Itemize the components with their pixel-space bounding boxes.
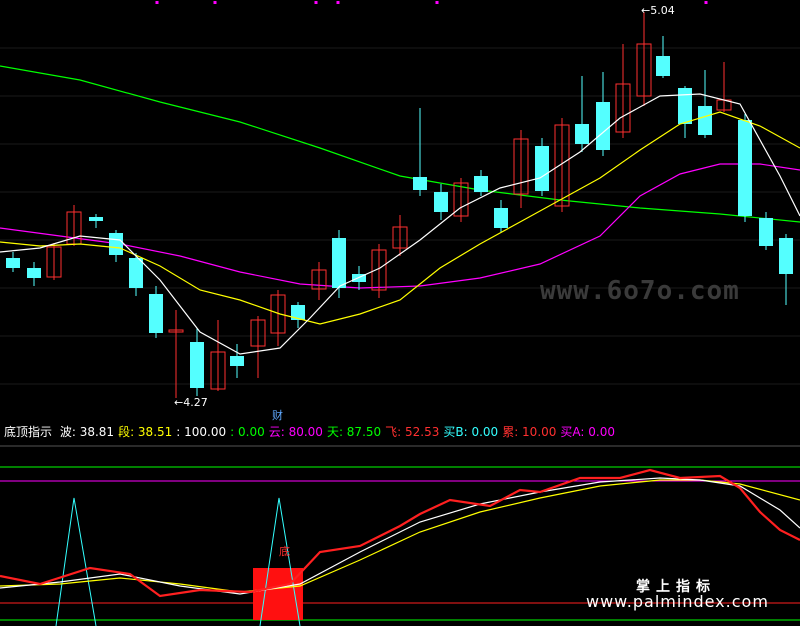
indicator-item: 买B: 0.00 bbox=[443, 425, 499, 439]
watermark-top: www.6o7o.com bbox=[540, 276, 740, 306]
stock-chart[interactable] bbox=[0, 0, 800, 626]
indicator-item: 买A: 0.00 bbox=[560, 425, 615, 439]
candle-body bbox=[698, 106, 712, 135]
candle-body bbox=[759, 218, 773, 246]
candle-body bbox=[779, 238, 793, 274]
candle-body bbox=[656, 56, 670, 76]
candle-body bbox=[596, 102, 610, 150]
candle-body bbox=[575, 124, 589, 144]
candle-body bbox=[738, 120, 752, 216]
top-dot bbox=[435, 1, 439, 4]
candle-body bbox=[332, 238, 346, 288]
candle-body bbox=[494, 208, 508, 228]
top-dot bbox=[704, 1, 708, 4]
candle-body bbox=[27, 268, 41, 278]
high-price-value: 5.04 bbox=[650, 4, 675, 17]
top-dot bbox=[336, 1, 340, 4]
candle-body bbox=[149, 294, 163, 333]
candle-body bbox=[678, 88, 692, 124]
candle-body bbox=[535, 146, 549, 191]
candle-body bbox=[129, 258, 143, 288]
indicator-item: : 0.00 bbox=[230, 425, 265, 439]
candle-body bbox=[434, 192, 448, 212]
high-price-label: ←5.04 bbox=[641, 4, 675, 17]
candle-body bbox=[474, 176, 488, 192]
candle-body bbox=[6, 258, 20, 268]
low-price-value: 4.27 bbox=[183, 396, 208, 409]
indicator-values: 波: 38.81 段: 38.51: 100.00: 0.00 云: 80.00 天:… bbox=[56, 425, 615, 439]
indicator-item: 飞: 52.53 bbox=[385, 425, 440, 439]
candle-body bbox=[89, 217, 103, 221]
indicator-name[interactable]: 底顶指示 bbox=[4, 425, 52, 439]
candle-body bbox=[230, 356, 244, 366]
candlesticks bbox=[6, 12, 793, 398]
signal-spike bbox=[55, 497, 97, 626]
indicator-item: 段: 38.51 bbox=[118, 425, 173, 439]
event-marker[interactable]: 财 bbox=[272, 407, 283, 423]
indicator-item: 波: 38.81 bbox=[59, 425, 115, 439]
indicator-title-bar: 底顶指示 波: 38.81 段: 38.51: 100.00: 0.00 云: 80… bbox=[0, 422, 800, 442]
bottom-zone-block bbox=[253, 568, 303, 620]
low-price-label: ←4.27 bbox=[174, 396, 208, 409]
indicator-item: : 100.00 bbox=[176, 425, 227, 439]
indicator-item: 天: 87.50 bbox=[326, 425, 382, 439]
watermark-url: www.palmindex.com bbox=[586, 592, 769, 611]
candle-body bbox=[190, 342, 204, 388]
candle-body bbox=[109, 233, 123, 255]
bottom-zone-label: 底 bbox=[279, 545, 290, 558]
top-dot bbox=[155, 1, 159, 4]
top-dot bbox=[213, 1, 217, 4]
top-dot-markers bbox=[155, 1, 708, 4]
candle-body bbox=[413, 177, 427, 190]
indicator-item: 累: 10.00 bbox=[502, 425, 557, 439]
indicator-item: 云: 80.00 bbox=[268, 425, 323, 439]
top-dot bbox=[314, 1, 318, 4]
